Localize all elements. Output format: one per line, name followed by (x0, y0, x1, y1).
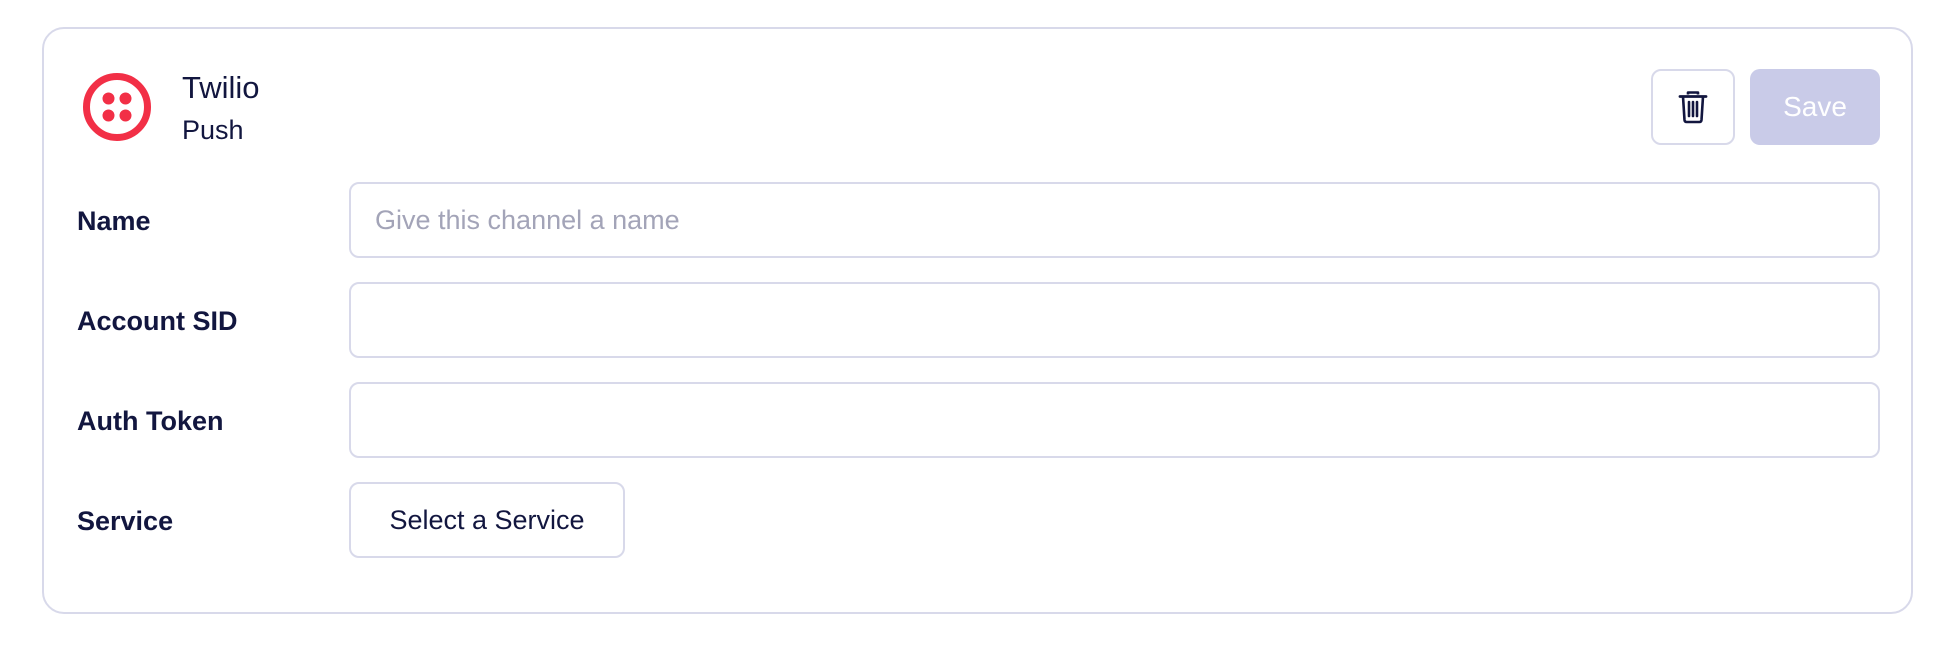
channel-type: Push (182, 115, 244, 145)
name-label: Name (77, 206, 151, 236)
auth-token-label: Auth Token (77, 406, 224, 436)
save-button[interactable]: Save (1750, 69, 1880, 145)
account-sid-label: Account SID (77, 306, 238, 336)
channel-card: Twilio Push Save Name Account SID Auth T… (42, 27, 1913, 614)
service-label: Service (77, 506, 174, 536)
channel-header: Twilio Push Save (44, 29, 1911, 179)
trash-icon (1678, 91, 1708, 124)
account-sid-input[interactable] (349, 282, 1880, 358)
select-service-button[interactable]: Select a Service (349, 482, 625, 558)
provider-name: Twilio (182, 70, 260, 105)
twilio-logo-icon (83, 73, 151, 141)
delete-button[interactable] (1651, 69, 1735, 145)
name-input[interactable] (349, 182, 1880, 258)
auth-token-input[interactable] (349, 382, 1880, 458)
